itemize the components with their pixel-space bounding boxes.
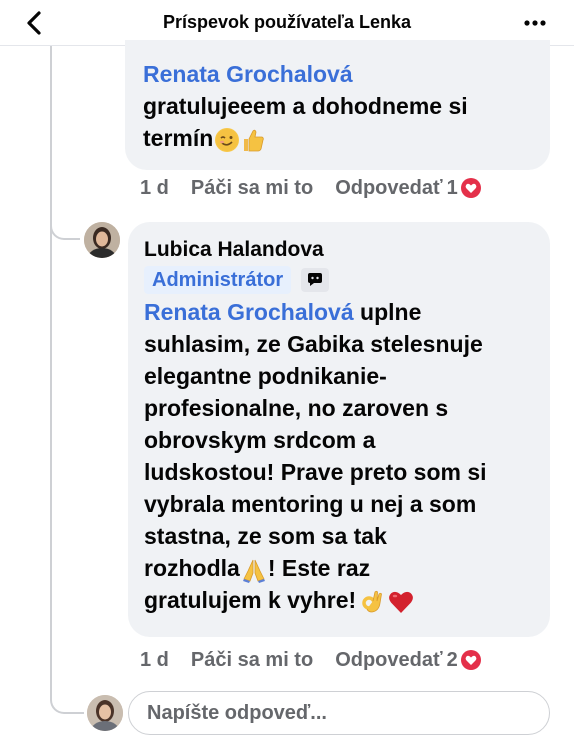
comment-text: rozhodla bbox=[144, 555, 240, 581]
comment-actions: 1 d Páči sa mi to Odpovedať 1 bbox=[140, 174, 481, 202]
winking-face-emoji bbox=[215, 127, 240, 152]
like-button[interactable]: Páči sa mi to bbox=[191, 177, 313, 200]
thread-connector bbox=[50, 218, 80, 240]
folded-hands-emoji bbox=[241, 557, 267, 583]
more-dots-icon bbox=[524, 20, 546, 26]
comment-body: Lubica Halandova Administrátor Renata Gr… bbox=[144, 236, 534, 616]
comment-text: stastna, ze som sa tak bbox=[144, 523, 387, 549]
comment-bubble: Lubica Halandova Administrátor Renata Gr… bbox=[128, 222, 550, 637]
reaction-count: 2 bbox=[446, 648, 458, 671]
comment-text: ! Este raz bbox=[267, 555, 371, 581]
mention-link[interactable]: Renata Grochalová bbox=[143, 61, 353, 87]
heart-reaction-icon[interactable] bbox=[460, 650, 481, 670]
reply-button[interactable]: Odpovedať bbox=[335, 177, 442, 200]
comment-timestamp: 1 d bbox=[140, 176, 169, 199]
ok-hand-emoji bbox=[360, 589, 386, 615]
reaction-count: 1 bbox=[446, 176, 458, 199]
comment-text: termín bbox=[143, 125, 214, 151]
comment-text: gratulujeeem a dohodneme si bbox=[143, 93, 468, 119]
comment-text: gratulujem k vyhre! bbox=[144, 587, 357, 613]
author-badges: Administrátor bbox=[144, 266, 534, 294]
comment-text: elegantne podnikanie- bbox=[144, 363, 387, 389]
thread-line bbox=[50, 46, 52, 236]
reply-button[interactable]: Odpovedať bbox=[335, 649, 442, 672]
page-title: Príspevok používateľa Lenka bbox=[162, 12, 412, 32]
speech-bubble-icon bbox=[301, 268, 330, 292]
comment-bubble: Renata Grochalová gratulujeeem a dohodne… bbox=[125, 40, 550, 170]
mention-link[interactable]: Renata Grochalová bbox=[144, 299, 354, 325]
thread-connector bbox=[50, 690, 84, 714]
comment-text: suhlasim, ze Gabika stelesnuje bbox=[144, 331, 483, 357]
comment-timestamp: 1 d bbox=[140, 648, 169, 671]
comment-body: Renata Grochalová gratulujeeem a dohodne… bbox=[143, 58, 534, 154]
like-button[interactable]: Páči sa mi to bbox=[191, 649, 313, 672]
comment-text: profesionalne, no zaroven s bbox=[144, 395, 449, 421]
thumbs-up-emoji bbox=[241, 127, 265, 153]
comment-author[interactable]: Lubica Halandova bbox=[144, 236, 534, 264]
user-avatar[interactable] bbox=[87, 695, 123, 731]
comment-text: uplne bbox=[360, 299, 422, 325]
thread-connector bbox=[50, 236, 52, 692]
red-heart-emoji bbox=[388, 590, 414, 614]
avatar[interactable] bbox=[84, 222, 120, 258]
heart-reaction-icon[interactable] bbox=[460, 178, 481, 198]
more-options-button[interactable] bbox=[518, 6, 552, 40]
comment-text: vybrala mentoring u nej a som bbox=[144, 491, 477, 517]
comment-actions: 1 d Páči sa mi to Odpovedať 2 bbox=[140, 646, 481, 674]
comment-text: ludskostou! Prave preto som si bbox=[144, 459, 487, 485]
admin-badge: Administrátor bbox=[144, 266, 292, 294]
reply-input[interactable]: Napíšte odpoveď... bbox=[128, 691, 550, 735]
comment-text: obrovskym srdcom a bbox=[144, 427, 376, 453]
